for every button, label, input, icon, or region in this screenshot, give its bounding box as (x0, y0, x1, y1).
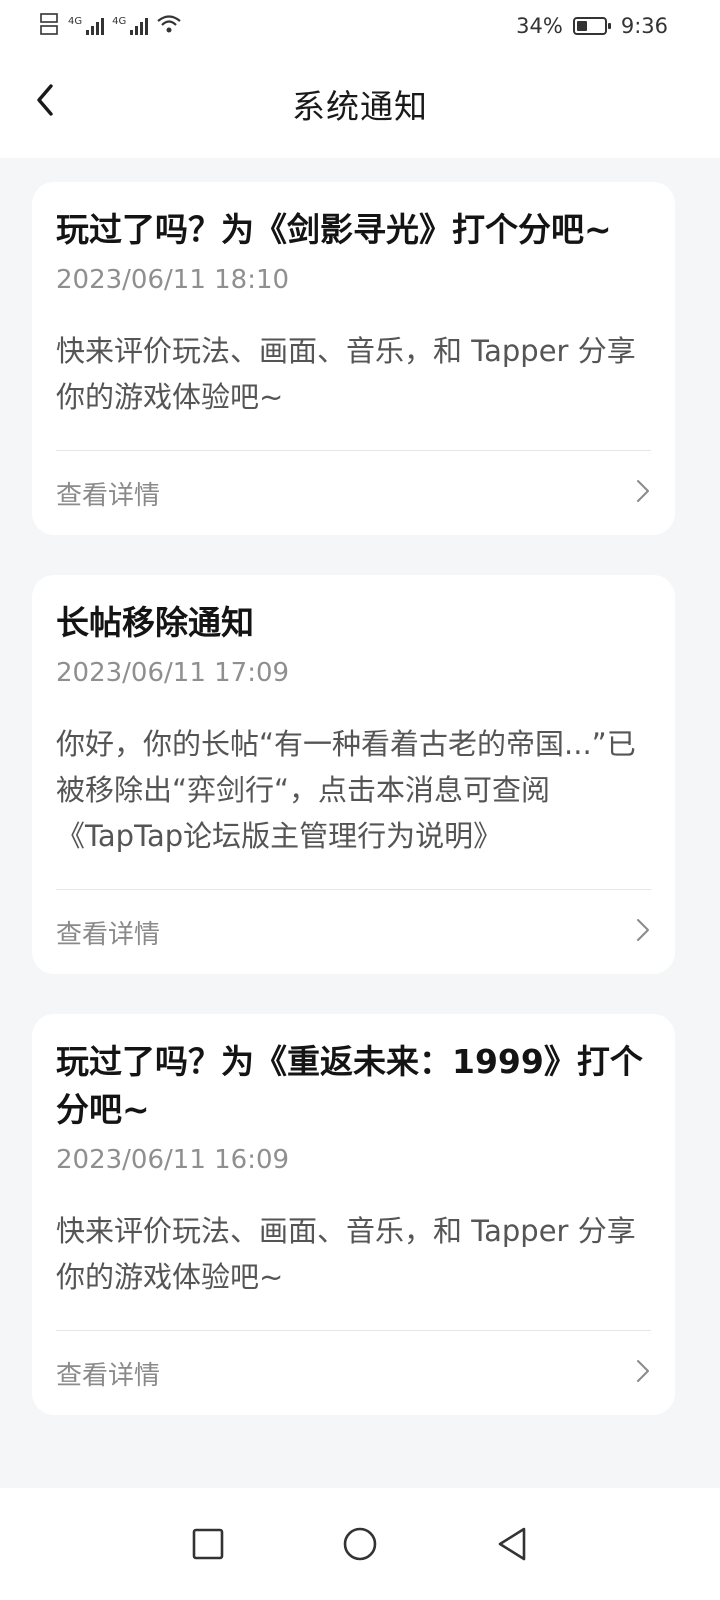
battery-icon (572, 17, 611, 35)
app-header: 系统通知 (0, 52, 720, 158)
view-details-row[interactable]: 查看详情 (56, 1331, 651, 1415)
page-title: 系统通知 (292, 87, 428, 126)
sim-card-icon (40, 12, 60, 41)
status-bar: 4G 4G 34% 9:36 (0, 0, 720, 52)
back-triangle-icon[interactable] (490, 1522, 534, 1566)
signal-1-icon: 4G (68, 17, 105, 35)
status-left: 4G 4G (40, 12, 182, 41)
chevron-right-icon (635, 917, 651, 947)
notification-body: 快来评价玩法、画面、音乐，和 Tapper 分享你的游戏体验吧~ (56, 1208, 651, 1331)
view-details-label: 查看详情 (56, 919, 161, 950)
notification-title: 玩过了吗？为《剑影寻光》打个分吧~ (56, 210, 612, 249)
battery-percent: 34% (516, 14, 563, 38)
recent-apps-icon[interactable] (186, 1522, 230, 1566)
notification-time: 2023/06/11 17:09 (56, 658, 290, 688)
notification-title: 玩过了吗？为《重返未来：1999》打个分吧~ (56, 1042, 643, 1129)
chevron-right-icon (635, 478, 651, 508)
view-details-row[interactable]: 查看详情 (56, 451, 651, 535)
notification-body: 你好，你的长帖“有一种看着古老的帝国...”已被移除出“弈剑行“，点击本消息可查… (56, 721, 651, 890)
notification-body: 快来评价玩法、画面、音乐，和 Tapper 分享你的游戏体验吧~ (56, 328, 651, 451)
view-details-label: 查看详情 (56, 480, 161, 511)
system-nav-bar (0, 1488, 720, 1600)
status-right: 34% 9:36 (516, 14, 668, 38)
clock: 9:36 (620, 14, 668, 38)
notification-card[interactable]: 玩过了吗？为《重返未来：1999》打个分吧~ 2023/06/11 16:09 … (32, 1014, 675, 1415)
notification-time: 2023/06/11 16:09 (56, 1145, 290, 1175)
notification-card[interactable]: 玩过了吗？为《剑影寻光》打个分吧~ 2023/06/11 18:10 快来评价玩… (32, 182, 675, 535)
notification-list: 玩过了吗？为《剑影寻光》打个分吧~ 2023/06/11 18:10 快来评价玩… (32, 182, 675, 1455)
view-details-label: 查看详情 (56, 1360, 161, 1391)
view-details-row[interactable]: 查看详情 (56, 890, 651, 974)
chevron-right-icon (635, 1358, 651, 1388)
notification-time: 2023/06/11 18:10 (56, 265, 290, 295)
home-icon[interactable] (338, 1522, 382, 1566)
wifi-icon (156, 14, 182, 39)
signal-2-icon: 4G (112, 17, 149, 35)
notification-card[interactable]: 长帖移除通知 2023/06/11 17:09 你好，你的长帖“有一种看着古老的… (32, 575, 675, 974)
notification-title: 长帖移除通知 (56, 603, 254, 642)
